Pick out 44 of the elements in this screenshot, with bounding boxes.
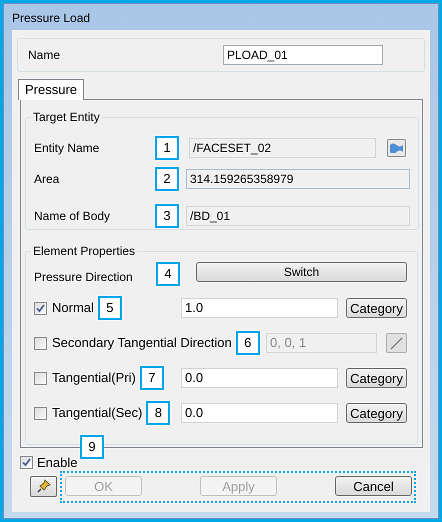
- callout-number: 9: [80, 435, 104, 459]
- checkbox-label[interactable]: Tangential(Sec): [52, 403, 142, 423]
- value-field[interactable]: 0.0: [181, 403, 338, 423]
- checkbox-label[interactable]: Normal: [52, 298, 94, 318]
- checkbox[interactable]: [20, 456, 33, 470]
- group-title: Element Properties: [32, 243, 136, 260]
- value-field[interactable]: 314.159265358979: [186, 169, 410, 189]
- name-field[interactable]: PLOAD_01: [223, 45, 383, 65]
- group-title: Target Entity: [32, 109, 101, 126]
- entity-field[interactable]: /FACESET_02: [189, 138, 376, 158]
- tool-button[interactable]: [30, 476, 57, 496]
- diagonal-line-icon: [390, 336, 403, 350]
- switch-button[interactable]: Switch: [196, 262, 407, 282]
- pin-icon: [36, 479, 50, 493]
- checkbox[interactable]: [34, 302, 47, 314]
- flag-icon: [390, 143, 403, 153]
- callout-number: 6: [236, 331, 260, 355]
- value-field[interactable]: 0.0: [181, 368, 338, 388]
- checkbox-label[interactable]: Tangential(Pri): [52, 368, 136, 388]
- field-label: Entity Name: [34, 140, 100, 157]
- field-label: Name of Body: [34, 208, 112, 225]
- value-field[interactable]: /BD_01: [186, 206, 410, 226]
- checkbox[interactable]: [34, 372, 47, 384]
- checkbox[interactable]: [34, 406, 47, 420]
- dialog-button[interactable]: Cancel: [335, 476, 412, 496]
- callout-number: 1: [155, 136, 179, 160]
- field-label: Area: [34, 171, 60, 188]
- checkbox-label[interactable]: Enable: [37, 453, 78, 472]
- value-field[interactable]: 1.0: [181, 298, 338, 318]
- window-title: Pressure Load: [12, 10, 90, 27]
- tab[interactable]: Pressure: [18, 79, 84, 100]
- callout-number: 4: [156, 262, 180, 286]
- vector-button[interactable]: [386, 333, 407, 353]
- name-label: Name: [28, 47, 62, 64]
- callout-number: 5: [98, 296, 122, 320]
- callout-number: 7: [140, 366, 164, 390]
- category-button[interactable]: Category: [346, 403, 407, 423]
- category-button[interactable]: Category: [346, 298, 407, 318]
- category-button[interactable]: Category: [346, 368, 407, 388]
- pick-button[interactable]: [387, 139, 406, 157]
- field-label: Pressure Direction: [34, 269, 134, 286]
- callout-number: 2: [155, 167, 179, 191]
- callout-number: 8: [146, 401, 170, 425]
- callout-number: 3: [155, 204, 179, 228]
